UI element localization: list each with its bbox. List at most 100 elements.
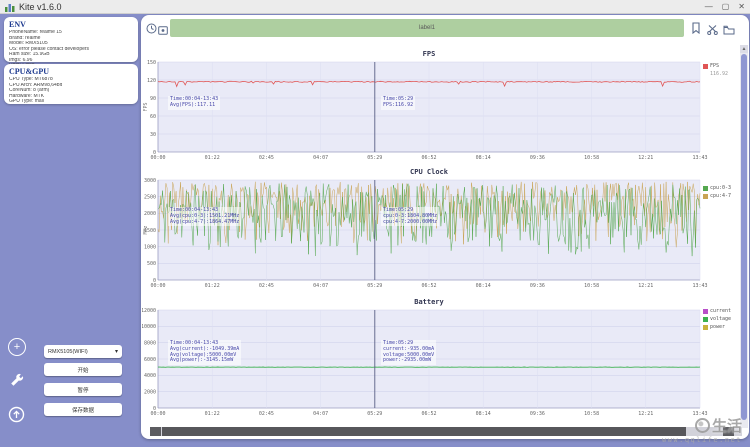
svg-text:120: 120 [147,78,156,84]
settings-button[interactable] [8,371,24,392]
svg-text:05:29: 05:29 [367,283,382,289]
session-label-bar[interactable]: label1 [170,19,684,37]
scroll-left-button[interactable] [150,427,161,436]
horizontal-scrollbar[interactable] [150,427,742,436]
legend-swatch [703,63,708,69]
close-button[interactable]: ✕ [738,2,745,11]
plus-icon: + [13,341,21,353]
watermark: 生活 www.qqlife.net [662,415,742,444]
screenshot-icon [158,26,168,35]
svg-text:01:22: 01:22 [205,155,220,161]
svg-text:02:45: 02:45 [259,155,274,161]
session-label: label1 [418,25,435,31]
start-button[interactable]: 开始 [44,363,122,376]
cut-button[interactable] [707,22,718,40]
minimize-button[interactable]: — [705,2,713,11]
app-icon [5,3,15,12]
chart-annotation: Time:05:29 cpu:0-3:1804.80MHz cpu:4-7:2000… [381,207,440,227]
legend-item[interactable]: voltage [703,316,731,322]
add-device-button[interactable]: + [8,338,26,356]
info-line: GPU Type: mali [9,99,44,104]
svg-text:1000: 1000 [144,244,156,250]
svg-text:06:52: 06:52 [421,283,436,289]
svg-text:12:21: 12:21 [638,411,653,416]
battery-legend[interactable]: current voltage power [703,308,731,332]
svg-text:08:14: 08:14 [476,283,491,289]
svg-text:12:21: 12:21 [638,155,653,161]
svg-text:08:14: 08:14 [476,155,491,161]
watermark-url: www.qqlife.net [661,436,742,444]
svg-text:MHz: MHz [143,225,149,234]
legend-item[interactable]: power [703,324,731,330]
watermark-logo-icon [694,418,710,433]
cpu-clock-legend[interactable]: cpu:0-3 cpu:4-7 [703,185,731,201]
legend-value: 116.92 [710,71,729,77]
legend-swatch [703,308,708,314]
svg-text:8000: 8000 [144,340,156,346]
svg-text:60: 60 [150,114,156,120]
window-title: Kite v1.6.0 [19,1,62,12]
folder-icon [723,25,735,35]
svg-text:04:07: 04:07 [313,411,328,416]
svg-text:06:52: 06:52 [421,155,436,161]
fps-legend[interactable]: FPS 116.92 [703,63,728,77]
svg-text:12:21: 12:21 [638,283,653,289]
svg-text:10:58: 10:58 [584,283,599,289]
device-select[interactable]: RMX5105(WIFI) ▾ [44,345,122,358]
svg-text:02:45: 02:45 [259,283,274,289]
vertical-scrollbar[interactable]: ▲ [740,45,748,428]
svg-text:2500: 2500 [144,194,156,200]
cpu-gpu-panel-title: CPU&GPU [9,67,49,76]
screenshot-button[interactable] [158,22,168,40]
titlebar: Kite v1.6.0 — ▢ ✕ [0,0,750,14]
svg-text:13:43: 13:43 [692,283,707,289]
svg-text:06:52: 06:52 [421,411,436,416]
svg-text:150: 150 [147,60,156,66]
svg-text:00:00: 00:00 [150,283,165,289]
env-panel: ENV PhoneName: realme 15 Brand: realme Mod… [4,17,138,73]
svg-text:00:00: 00:00 [150,411,165,416]
chart-annotation: Time:00:04-13:43 Avg(FPS):117.11 [168,96,221,110]
svg-text:04:07: 04:07 [313,283,328,289]
svg-text:6000: 6000 [144,357,156,363]
cpu-clock-chart-title: CPU Clock [410,168,448,176]
svg-text:90: 90 [150,96,156,102]
record-timer-button[interactable] [146,21,157,39]
horizontal-scrollbar-thumb[interactable] [162,427,686,436]
cpu-clock-chart[interactable]: 05001000150020002500300000:00 01:22 02:45 0… [142,164,748,290]
pause-button[interactable]: 暂停 [44,383,122,396]
bookmark-icon [692,22,700,35]
legend-swatch [703,324,708,330]
legend-label: power [710,324,726,330]
chart-annotation: Time:00:04-13:43 Avg(current):-1049.39mA A… [168,340,242,365]
svg-text:10000: 10000 [142,324,156,330]
svg-text:10:58: 10:58 [584,155,599,161]
legend-item[interactable]: current [703,308,731,314]
vertical-scrollbar-thumb[interactable] [741,54,747,420]
legend-item[interactable]: FPS [703,63,728,69]
cpu-gpu-info-lines: CPU Type: MT6878 CPU Arch: ARMv8,64bit Cor… [9,77,133,105]
legend-label: current [710,308,732,314]
maximize-button[interactable]: ▢ [722,2,730,11]
bookmark-button[interactable] [691,21,701,39]
open-folder-button[interactable] [723,22,735,40]
env-panel-title: ENV [9,20,26,29]
svg-text:2000: 2000 [144,389,156,395]
svg-text:00:00: 00:00 [150,155,165,161]
upload-button[interactable] [8,406,25,428]
svg-text:500: 500 [147,261,156,267]
timer-icon [146,23,157,34]
fps-chart-title: FPS [422,50,436,58]
fps-chart[interactable]: 030609012015000:00 01:22 02:45 04:07 05:29 06… [142,46,748,164]
cpu-gpu-panel: CPU&GPU CPU Type: MT6878 CPU Arch: ARMv8,… [4,64,138,104]
svg-text:09:36: 09:36 [530,411,545,416]
device-select-value: RMX5105(WIFI) [48,348,88,355]
save-data-button[interactable]: 保存数据 [44,403,122,416]
legend-item[interactable]: cpu:0-3 [703,185,731,191]
svg-text:01:22: 01:22 [205,411,220,416]
legend-label: voltage [710,316,732,322]
legend-item[interactable]: cpu:4-7 [703,193,731,199]
svg-text:3000: 3000 [144,178,156,184]
scroll-up-icon[interactable]: ▲ [740,45,748,53]
chart-annotation: Time:05:29 current:-935.00mA voltage:5000.… [381,340,437,365]
